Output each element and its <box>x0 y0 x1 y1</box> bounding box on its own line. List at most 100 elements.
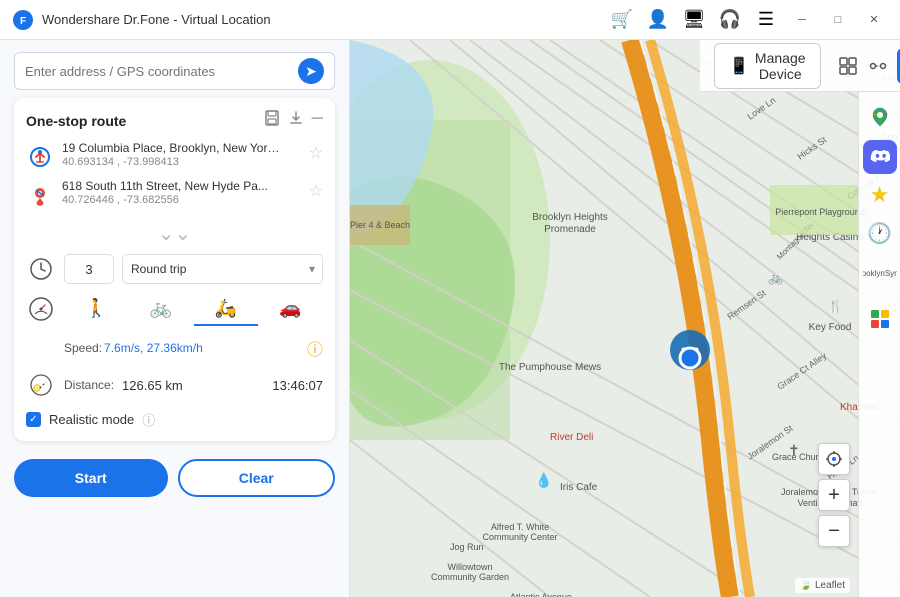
controls-row: One-way Round trip Loop <box>26 254 323 284</box>
speed-label: Speed: <box>64 341 102 355</box>
main-area: ➤ One-stop route <box>0 40 900 597</box>
zoom-in-button[interactable]: + <box>818 479 850 511</box>
svg-text:Promenade: Promenade <box>544 224 596 235</box>
left-panel: ➤ One-stop route <box>0 40 350 597</box>
search-bar: ➤ <box>14 52 335 90</box>
manage-device-button[interactable]: 📱 Manage Device <box>714 43 821 89</box>
manage-device-label: Manage Device <box>755 50 806 82</box>
svg-text:Key Food: Key Food <box>809 322 852 333</box>
svg-text:Jog Run: Jog Run <box>450 542 484 552</box>
distance-value: 126.65 km <box>122 378 183 393</box>
transport-car[interactable]: 🚗 <box>258 292 323 326</box>
route-title: One-stop route <box>26 113 126 129</box>
svg-text:Community Garden: Community Garden <box>431 572 509 582</box>
maps-icon-btn[interactable] <box>863 100 897 134</box>
discord-icon-btn[interactable] <box>863 140 897 174</box>
maximize-button[interactable]: □ <box>824 6 852 34</box>
waypoint-2: 618 South 11th Street, New Hyde Pa... 40… <box>26 179 323 209</box>
menu-icon[interactable]: ☰ <box>752 6 780 34</box>
waypoint-1-icon <box>26 143 54 171</box>
waypoint-2-coords: 40.726446 , -73.682556 <box>62 194 301 206</box>
distance-row: Distance: 126.65 km 13:46:07 <box>26 364 323 406</box>
cart-icon[interactable]: 🛒 <box>608 6 636 34</box>
route-collapse-icon[interactable]: ─ <box>312 110 323 131</box>
screen-icon[interactable]: 🖥 <box>680 6 708 34</box>
svg-text:🚲: 🚲 <box>768 271 783 285</box>
route-header-actions: ─ <box>264 110 323 131</box>
transport-walk[interactable]: 🚶 <box>64 292 129 326</box>
user-icon[interactable]: 👤 <box>644 6 672 34</box>
svg-text:Alfred T. White: Alfred T. White <box>491 522 549 532</box>
search-button[interactable]: ➤ <box>298 58 324 84</box>
speedometer-icon <box>26 294 56 324</box>
transport-scooter[interactable]: 🛵 <box>194 292 259 326</box>
close-button[interactable]: ✕ <box>860 6 888 34</box>
app-logo: F <box>12 9 34 31</box>
realistic-mode-row: Realistic mode ⓘ <box>26 406 323 433</box>
svg-text:The Pumphouse Mews: The Pumphouse Mews <box>499 362 601 373</box>
right-sidebar: ★ 🕐 BrooklynSyn... <box>858 92 900 597</box>
leaflet-label: Leaflet <box>815 580 845 591</box>
minimize-button[interactable]: ─ <box>788 6 816 34</box>
repeat-count-input[interactable] <box>64 254 114 284</box>
realistic-info-icon[interactable]: ⓘ <box>142 410 155 429</box>
zoom-out-button[interactable]: − <box>818 515 850 547</box>
svg-text:Pier 4 & Beach: Pier 4 & Beach <box>350 220 410 230</box>
toolbar-onestop-btn[interactable] <box>867 48 889 84</box>
action-row: Start Clear <box>0 449 349 511</box>
waypoint-1-star[interactable]: ☆ <box>309 143 323 163</box>
titlebar: F Wondershare Dr.Fone - Virtual Location… <box>0 0 900 40</box>
svg-text:River Deli: River Deli <box>550 432 593 443</box>
speed-value: 7.6m/s, 27.36km/h <box>104 341 203 355</box>
svg-text:F: F <box>20 16 26 27</box>
waypoint-2-icon <box>26 181 54 209</box>
start-button[interactable]: Start <box>14 459 168 497</box>
svg-text:Community Center: Community Center <box>482 532 557 542</box>
speed-row: Speed: 7.6m/s, 27.36km/h ⓘ <box>64 332 323 364</box>
waypoint-2-info: 618 South 11th Street, New Hyde Pa... 40… <box>62 179 301 206</box>
time-value: 13:46:07 <box>272 378 323 393</box>
leaflet-attribution: 🍃 Leaflet <box>795 578 850 593</box>
speed-info-icon[interactable]: ⓘ <box>307 336 323 360</box>
route-card: One-stop route ─ <box>14 98 335 441</box>
route-header: One-stop route ─ <box>26 110 323 131</box>
transport-bike[interactable]: 🚲 <box>129 292 194 326</box>
map-toolbar: 📱 Manage Device <box>700 40 900 92</box>
waypoint-1-address: 19 Columbia Place, Brooklyn, New York 1.… <box>62 141 282 155</box>
titlebar-controls: 🛒 👤 🖥 🎧 ☰ ─ □ ✕ <box>608 6 888 34</box>
svg-text:Willowtown: Willowtown <box>447 562 492 572</box>
waypoint-2-address: 618 South 11th Street, New Hyde Pa... <box>62 179 282 193</box>
locate-button[interactable] <box>818 443 850 475</box>
trip-type-select[interactable]: One-way Round trip Loop <box>122 254 323 284</box>
chevron-divider: ⌄⌄ <box>26 217 323 254</box>
svg-text:🍴: 🍴 <box>828 299 843 313</box>
toolbar-multistop-btn[interactable] <box>897 48 900 84</box>
route-save-icon[interactable] <box>264 110 280 131</box>
route-export-icon[interactable] <box>288 110 304 131</box>
trip-type-wrapper: One-way Round trip Loop <box>122 254 323 284</box>
leaflet-logo: 🍃 <box>800 580 815 591</box>
manage-device-icon: 📱 <box>729 56 749 76</box>
toolbar-teleport-btn[interactable] <box>837 48 859 84</box>
distance-label: Distance: <box>64 378 114 392</box>
clock-icon-btn[interactable]: 🕐 <box>863 216 897 250</box>
map-controls: + − <box>818 443 850 547</box>
map-area: 📱 Manage Device <box>350 40 900 597</box>
export-grid-icon-btn[interactable] <box>863 302 897 336</box>
realistic-mode-label: Realistic mode <box>49 412 134 427</box>
waypoint-1-info: 19 Columbia Place, Brooklyn, New York 1.… <box>62 141 301 168</box>
realistic-mode-checkbox[interactable] <box>26 412 41 427</box>
svg-text:Pierrepont Playground: Pierrepont Playground <box>775 207 865 217</box>
waypoint-2-star[interactable]: ☆ <box>309 181 323 201</box>
brooklyn-synaptics-btn: BrooklynSyn... <box>863 254 897 294</box>
repeat-icon <box>26 254 56 284</box>
svg-text:✝: ✝ <box>788 442 800 458</box>
clear-button[interactable]: Clear <box>178 459 336 497</box>
chevron-down-icon: ⌄⌄ <box>158 221 192 246</box>
distance-icon <box>26 370 56 400</box>
search-input[interactable] <box>25 64 298 79</box>
headset-icon[interactable]: 🎧 <box>716 6 744 34</box>
transport-row: 🚶 🚲 🛵 🚗 <box>26 292 323 326</box>
star-icon-btn[interactable]: ★ <box>863 178 897 212</box>
svg-text:Iris Cafe: Iris Cafe <box>560 482 598 493</box>
